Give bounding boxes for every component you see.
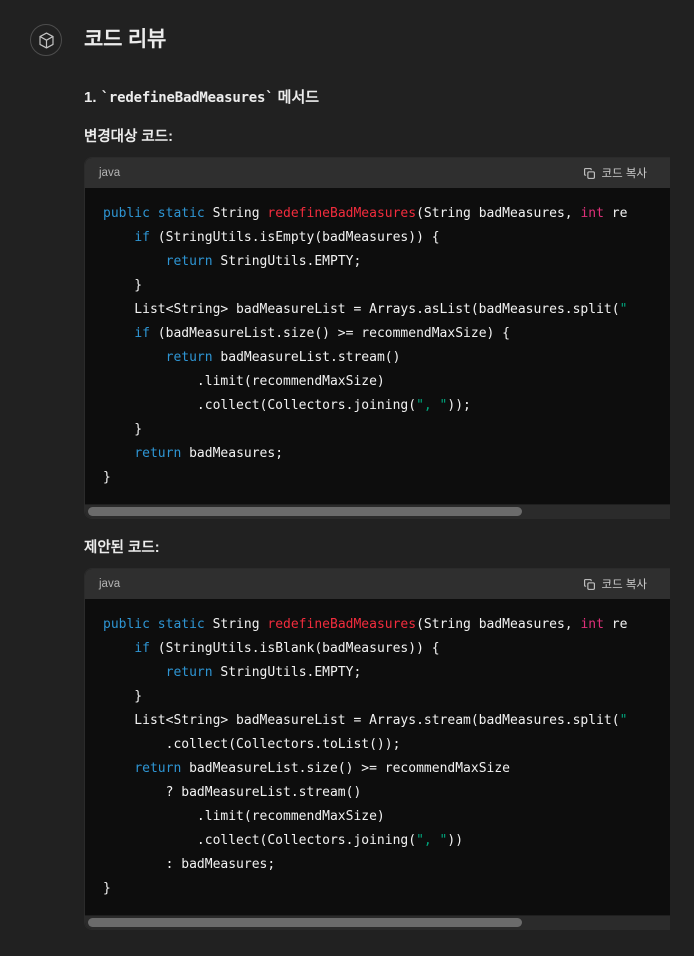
- code-block-after: java 코드 복사 public static String redefine…: [84, 568, 670, 930]
- code-text-after[interactable]: public static String redefineBadMeasures…: [103, 613, 670, 901]
- section-method-name: `redefineBadMeasures`: [100, 90, 274, 106]
- cube-icon: [30, 24, 62, 56]
- copy-code-label: 코드 복사: [601, 168, 647, 180]
- copy-code-button[interactable]: 코드 복사: [583, 165, 656, 181]
- section-heading: 1. `redefineBadMeasures` 메서드: [84, 88, 694, 108]
- code-language-label: java: [99, 167, 121, 179]
- code-block-before: java 코드 복사 public static String redefine…: [84, 157, 670, 519]
- copy-icon: [583, 578, 596, 591]
- code-block-header: java 코드 복사: [85, 569, 670, 599]
- horizontal-scrollbar-before[interactable]: [85, 504, 670, 518]
- section-number: 1.: [84, 89, 97, 106]
- copy-code-label: 코드 복사: [601, 579, 647, 591]
- scrollbar-thumb[interactable]: [88, 918, 523, 927]
- scrollbar-thumb[interactable]: [88, 507, 523, 516]
- page-root: 코드 리뷰 1. `redefineBadMeasures` 메서드 변경대상 …: [0, 0, 694, 956]
- message-content: 1. `redefineBadMeasures` 메서드 변경대상 코드: ja…: [0, 88, 694, 930]
- code-block-body: public static String redefineBadMeasures…: [85, 599, 670, 915]
- code-language-label: java: [99, 578, 121, 590]
- code-text-before[interactable]: public static String redefineBadMeasures…: [103, 202, 670, 490]
- copy-icon: [583, 167, 596, 180]
- copy-code-button[interactable]: 코드 복사: [583, 576, 656, 592]
- code-block-body: public static String redefineBadMeasures…: [85, 188, 670, 504]
- page-title: 코드 리뷰: [84, 28, 167, 51]
- code-block-header: java 코드 복사: [85, 158, 670, 188]
- label-after-code: 제안된 코드:: [84, 540, 160, 556]
- section-suffix: 메서드: [277, 89, 320, 106]
- label-before-code: 변경대상 코드:: [84, 129, 173, 145]
- horizontal-scrollbar-after[interactable]: [85, 915, 670, 929]
- conversation-header: 코드 리뷰: [0, 0, 694, 62]
